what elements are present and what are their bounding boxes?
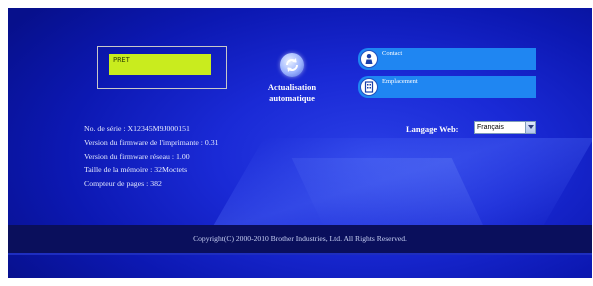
auto-refresh-link[interactable]: Actualisation automatique	[262, 82, 322, 104]
memory-size: Taille de la mémoire : 32Moctets	[84, 165, 188, 175]
auto-refresh-label-line2: automatique	[269, 93, 315, 103]
copyright-text: Copyright(C) 2000-2010 Brother Industrie…	[193, 234, 407, 243]
status-page: PRET Actualisation automatique Contact E…	[8, 8, 592, 278]
location-label: Emplacement	[382, 78, 418, 85]
chevron-down-icon[interactable]	[525, 122, 535, 133]
contact-button[interactable]: Contact	[358, 48, 536, 70]
footer-bar: Copyright(C) 2000-2010 Brother Industrie…	[8, 225, 592, 253]
network-firmware-version: Version du firmware réseau : 1.00	[84, 151, 190, 161]
refresh-icon[interactable]	[280, 53, 304, 77]
location-building-icon	[360, 78, 378, 96]
contact-label: Contact	[382, 50, 403, 57]
language-selected-value: Français	[477, 124, 504, 131]
language-select[interactable]: Français	[474, 121, 536, 134]
lcd-status-text: PRET	[113, 56, 130, 64]
auto-refresh-label-line1: Actualisation	[267, 82, 317, 92]
page-counter: Compteur de pages : 382	[84, 179, 162, 189]
location-button[interactable]: Emplacement	[358, 76, 536, 98]
device-info: No. de série : X12345M9J000151 Version d…	[84, 122, 219, 191]
footer-divider	[8, 253, 592, 255]
background-sheen-accent	[291, 158, 485, 228]
printer-firmware-version: Version du firmware de l'imprimante : 0.…	[84, 137, 219, 147]
serial-number: No. de série : X12345M9J000151	[84, 124, 190, 133]
language-label: Langage Web:	[406, 124, 459, 134]
contact-person-icon	[360, 50, 378, 68]
lcd-display: PRET	[109, 54, 211, 75]
